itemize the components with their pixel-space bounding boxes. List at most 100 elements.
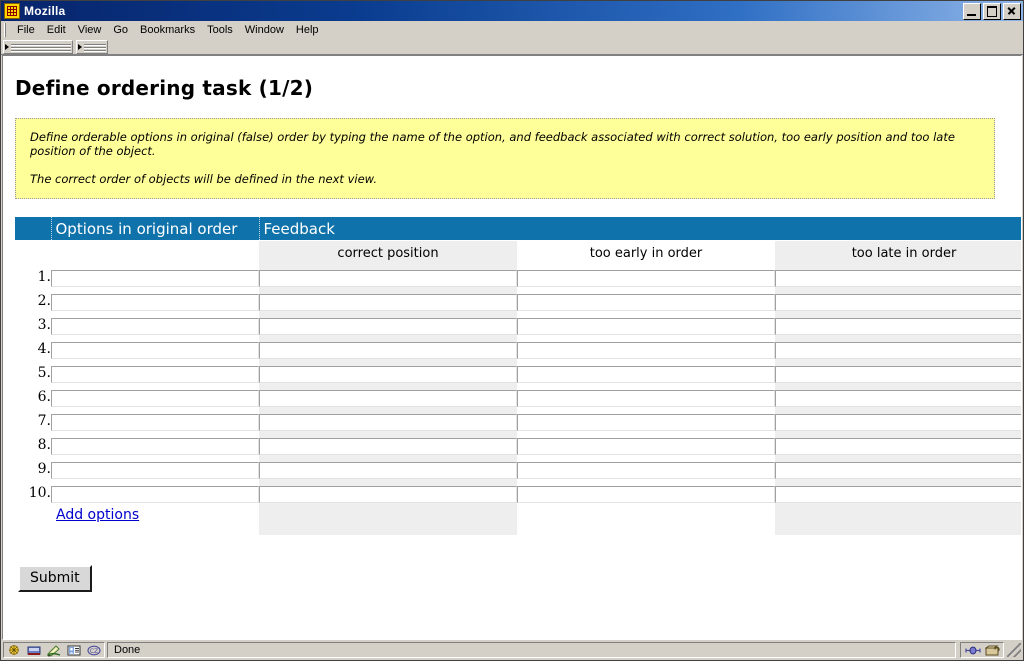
menu-item-go[interactable]: Go: [107, 23, 134, 37]
add-options-cell: Add options: [51, 505, 259, 536]
too-late-cell: [775, 361, 1021, 386]
submit-button[interactable]: Submit: [18, 565, 92, 593]
option-cell: [51, 313, 259, 338]
too-late-input-10[interactable]: [775, 485, 1021, 503]
correct-position-input-4[interactable]: [259, 341, 517, 359]
table-row: 1.: [15, 265, 1021, 290]
minimize-button[interactable]: [963, 2, 981, 20]
option-input-2[interactable]: [51, 293, 259, 311]
too-late-input-4[interactable]: [775, 341, 1021, 359]
network-transfer-icon[interactable]: [965, 644, 981, 657]
group-header-number: [15, 217, 51, 241]
correct-position-input-3[interactable]: [259, 317, 517, 335]
chevron-right-icon: [78, 44, 82, 50]
too-early-input-7[interactable]: [517, 413, 775, 431]
maximize-button[interactable]: [983, 2, 1001, 20]
sub-header-too-early: too early in order: [517, 240, 775, 266]
table-sub-header-row: correct position too early in order too …: [15, 240, 1021, 266]
menu-item-edit[interactable]: Edit: [41, 23, 72, 37]
too-early-input-1[interactable]: [517, 269, 775, 287]
correct-position-cell: [259, 265, 517, 290]
sub-header-options: [51, 240, 259, 266]
add-options-spacer: [15, 505, 51, 536]
option-cell: [51, 433, 259, 458]
table-row: 7.: [15, 409, 1021, 434]
row-number: 1.: [15, 265, 51, 290]
option-input-3[interactable]: [51, 317, 259, 335]
too-late-input-9[interactable]: [775, 461, 1021, 479]
too-early-input-9[interactable]: [517, 461, 775, 479]
correct-position-input-2[interactable]: [259, 293, 517, 311]
too-late-input-5[interactable]: [775, 365, 1021, 383]
correct-position-input-9[interactable]: [259, 461, 517, 479]
menu-item-help[interactable]: Help: [290, 23, 325, 37]
too-early-input-4[interactable]: [517, 341, 775, 359]
instruction-line-2: The correct order of objects will be def…: [30, 171, 377, 186]
too-late-input-8[interactable]: [775, 437, 1021, 455]
correct-position-cell: [259, 433, 517, 458]
contact-icon[interactable]: [67, 644, 81, 657]
too-late-input-3[interactable]: [775, 317, 1021, 335]
table-row: 9.: [15, 457, 1021, 482]
option-input-7[interactable]: [51, 413, 259, 431]
navigation-toolbar-handle[interactable]: [3, 40, 73, 54]
ordering-table-wrapper: Options in original order Feedback corre…: [15, 217, 1021, 536]
browser-content: Define ordering task (1/2) Define ordera…: [2, 55, 1022, 640]
correct-position-cell: [259, 409, 517, 434]
menu-item-window[interactable]: Window: [239, 23, 290, 37]
status-message: Done: [114, 644, 141, 656]
close-button[interactable]: [1003, 2, 1021, 20]
resize-grip[interactable]: [1007, 643, 1021, 657]
too-early-input-6[interactable]: [517, 389, 775, 407]
table-row: 3.: [15, 313, 1021, 338]
too-late-input-2[interactable]: [775, 293, 1021, 311]
pencil-icon[interactable]: [47, 644, 61, 657]
correct-position-input-6[interactable]: [259, 389, 517, 407]
option-input-9[interactable]: [51, 461, 259, 479]
add-options-shade-3: [775, 505, 1021, 536]
too-late-input-7[interactable]: [775, 413, 1021, 431]
too-early-input-10[interactable]: [517, 485, 775, 503]
menu-item-file[interactable]: File: [11, 23, 41, 37]
privacy-icon[interactable]: CZ: [87, 644, 101, 657]
menu-drag-grip[interactable]: [4, 23, 8, 37]
mozilla-icon: [4, 3, 20, 19]
option-input-10[interactable]: [51, 485, 259, 503]
too-early-input-5[interactable]: [517, 365, 775, 383]
too-late-cell: [775, 433, 1021, 458]
menu-item-view[interactable]: View: [72, 23, 108, 37]
personal-toolbar-handle[interactable]: [76, 40, 108, 54]
toolbar-grip-dots: [11, 42, 71, 52]
too-early-cell: [517, 265, 775, 290]
too-late-cell: [775, 313, 1021, 338]
correct-position-input-10[interactable]: [259, 485, 517, 503]
row-number: 6.: [15, 385, 51, 410]
row-number: 8.: [15, 433, 51, 458]
too-late-input-6[interactable]: [775, 389, 1021, 407]
table-group-header-row: Options in original order Feedback: [15, 217, 1021, 241]
option-input-5[interactable]: [51, 365, 259, 383]
too-early-input-8[interactable]: [517, 437, 775, 455]
option-input-8[interactable]: [51, 437, 259, 455]
too-late-input-1[interactable]: [775, 269, 1021, 287]
menu-item-tools[interactable]: Tools: [201, 23, 239, 37]
add-options-link[interactable]: Add options: [51, 507, 139, 523]
correct-position-input-8[interactable]: [259, 437, 517, 455]
status-right-group: [960, 642, 1004, 658]
security-lock-icon[interactable]: [984, 644, 1000, 657]
too-early-input-2[interactable]: [517, 293, 775, 311]
correct-position-input-1[interactable]: [259, 269, 517, 287]
page-status-icon[interactable]: [7, 644, 21, 657]
correct-position-input-5[interactable]: [259, 365, 517, 383]
option-input-1[interactable]: [51, 269, 259, 287]
correct-position-cell: [259, 385, 517, 410]
option-input-6[interactable]: [51, 389, 259, 407]
ordering-table: Options in original order Feedback corre…: [15, 217, 1021, 536]
option-input-4[interactable]: [51, 341, 259, 359]
menu-item-bookmarks[interactable]: Bookmarks: [134, 23, 201, 37]
too-early-input-3[interactable]: [517, 317, 775, 335]
instruction-box: Define orderable options in original (fa…: [15, 118, 995, 200]
correct-position-input-7[interactable]: [259, 413, 517, 431]
browser-window: Mozilla File Edit View Go Bookmarks Tool…: [0, 0, 1024, 661]
connection-icon[interactable]: [27, 644, 41, 657]
